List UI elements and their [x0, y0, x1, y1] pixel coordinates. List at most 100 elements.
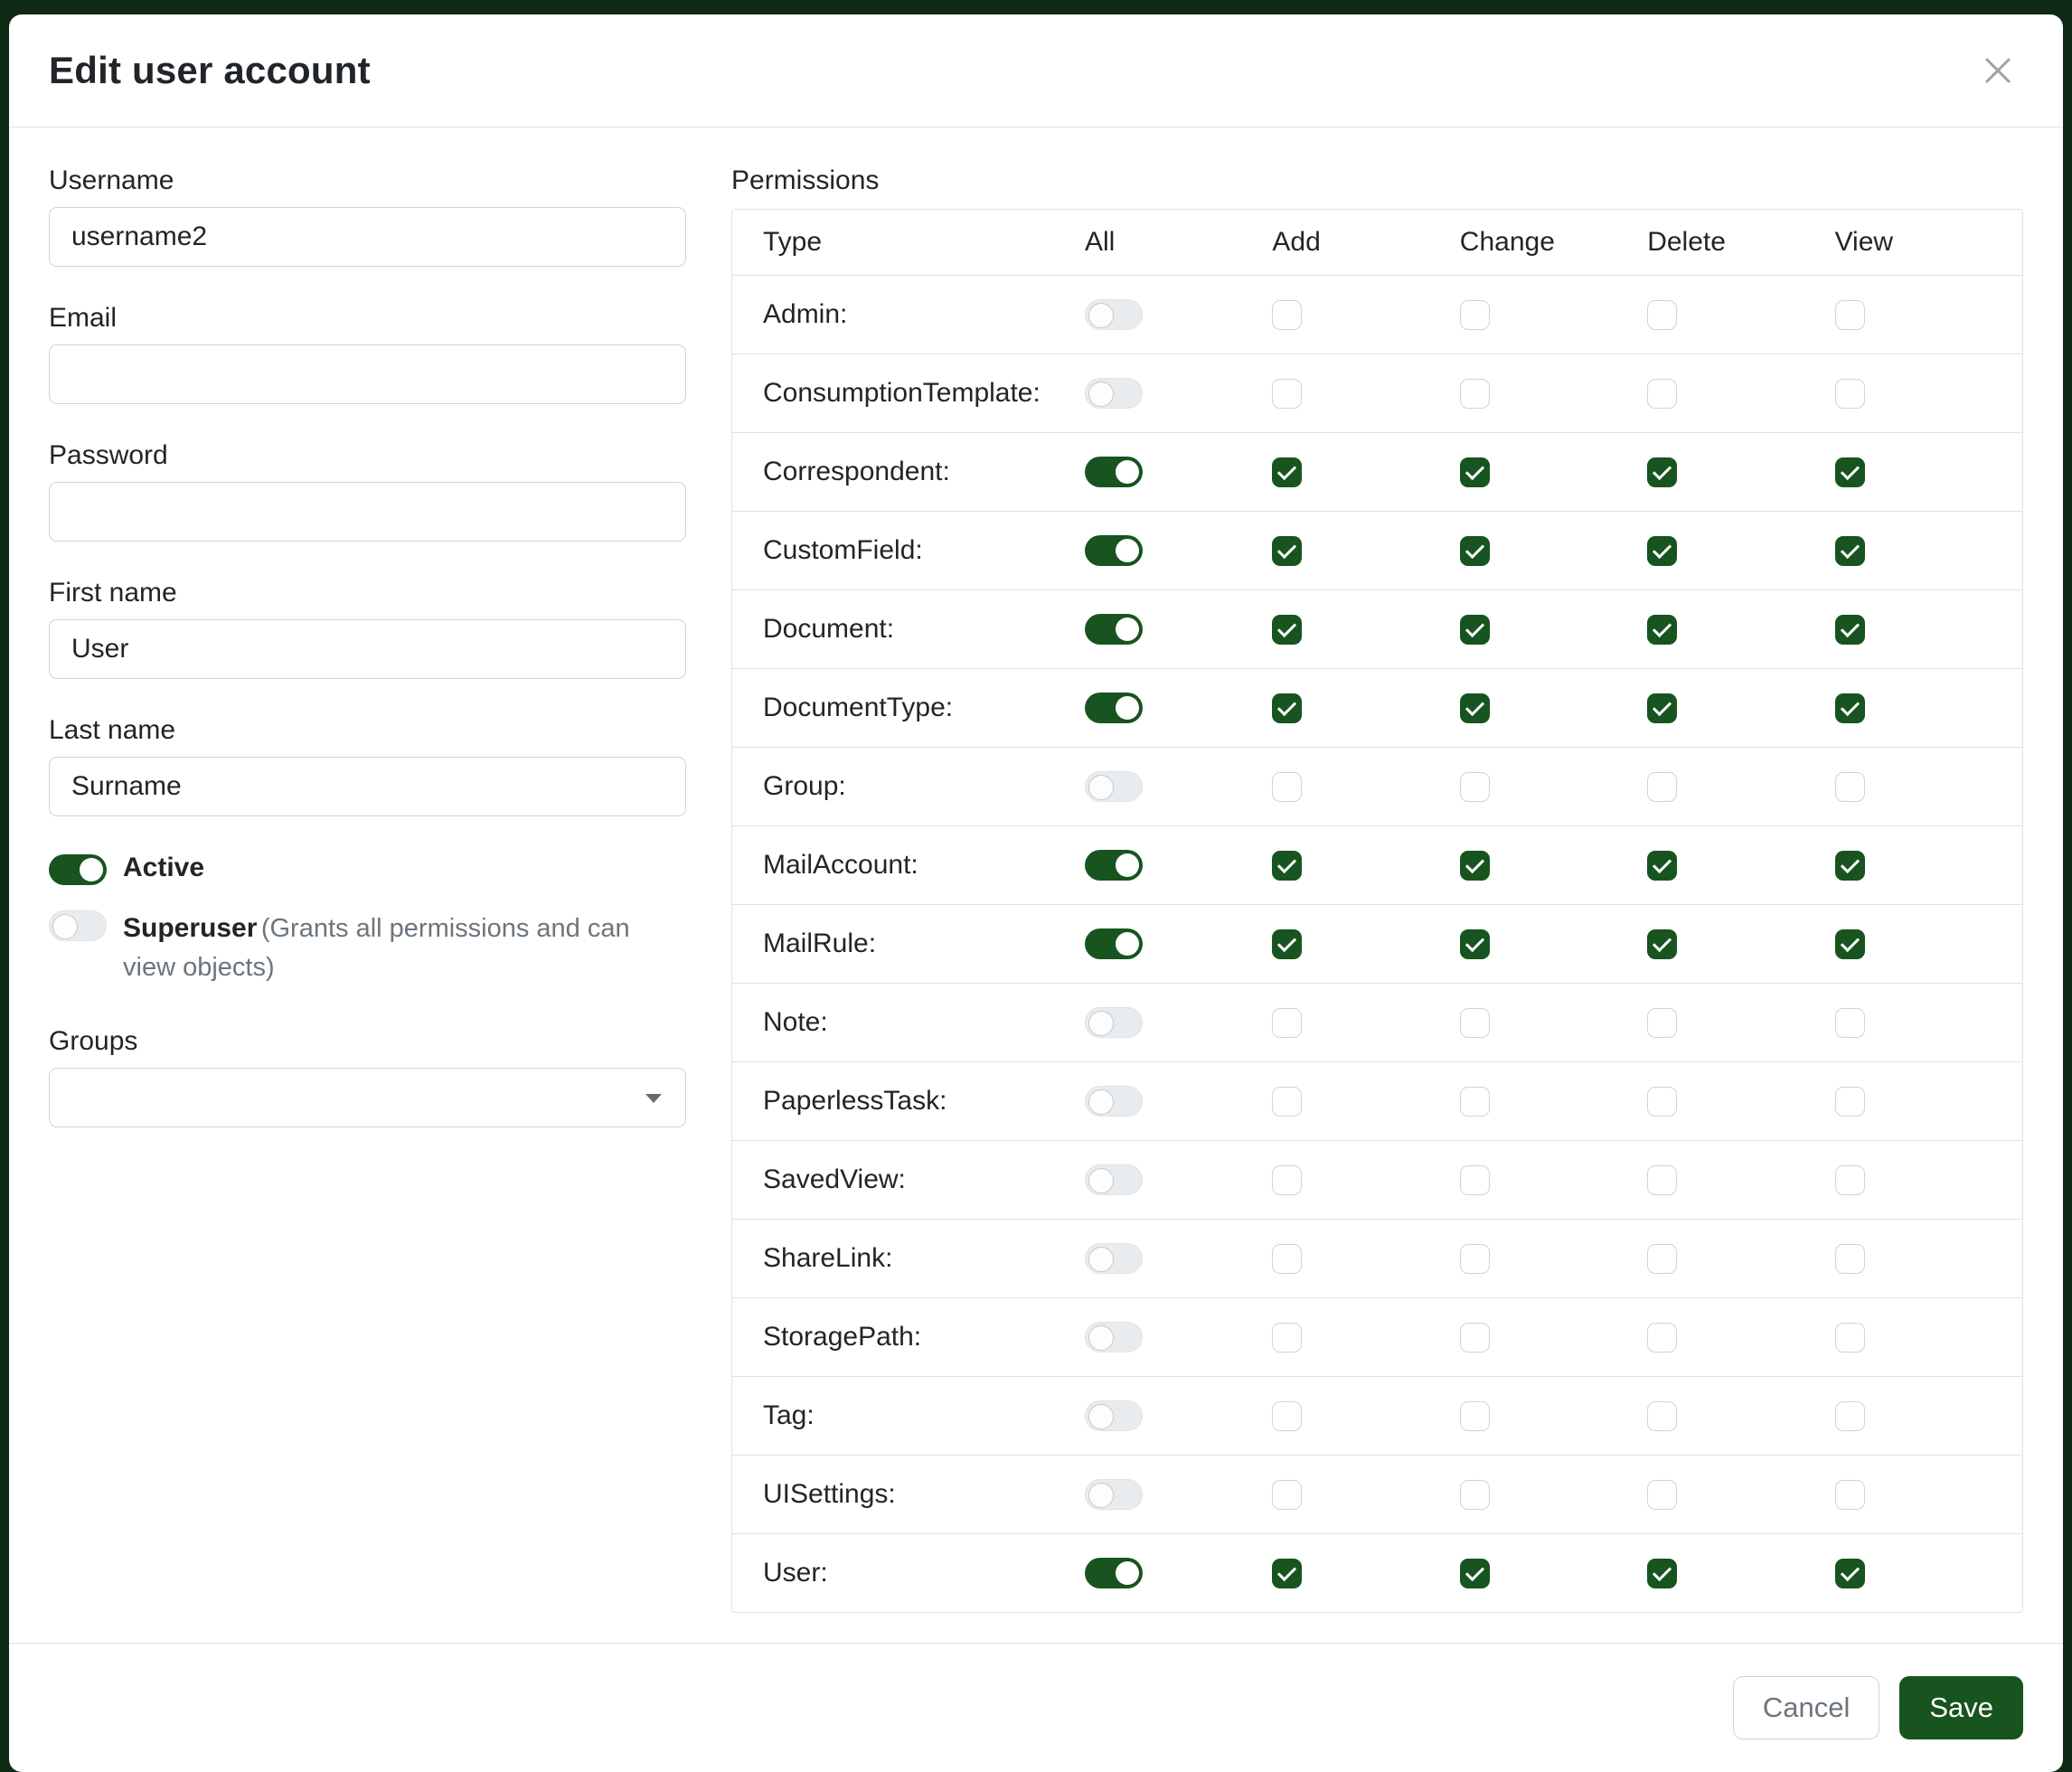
- permission-add-checkbox[interactable]: [1272, 536, 1302, 566]
- save-button[interactable]: Save: [1899, 1676, 2023, 1739]
- permission-all-toggle[interactable]: [1085, 1558, 1143, 1588]
- password-field[interactable]: [49, 482, 686, 542]
- permission-view-checkbox[interactable]: [1835, 1165, 1865, 1195]
- permission-add-checkbox[interactable]: [1272, 379, 1302, 409]
- permission-add-checkbox[interactable]: [1272, 1559, 1302, 1588]
- permission-change-checkbox[interactable]: [1460, 929, 1490, 959]
- username-input[interactable]: [49, 207, 686, 267]
- permission-delete-checkbox[interactable]: [1647, 457, 1677, 487]
- permission-delete-checkbox[interactable]: [1647, 1244, 1677, 1274]
- permission-add-checkbox[interactable]: [1272, 300, 1302, 330]
- permission-change-checkbox[interactable]: [1460, 772, 1490, 802]
- permission-add-checkbox[interactable]: [1272, 457, 1302, 487]
- permission-view-checkbox[interactable]: [1835, 1087, 1865, 1117]
- permission-change-checkbox[interactable]: [1460, 1244, 1490, 1274]
- permission-all-toggle[interactable]: [1085, 1400, 1143, 1431]
- permission-delete-checkbox[interactable]: [1647, 536, 1677, 566]
- permission-delete-checkbox[interactable]: [1647, 1087, 1677, 1117]
- permission-view-checkbox[interactable]: [1835, 772, 1865, 802]
- permission-change-checkbox[interactable]: [1460, 1087, 1490, 1117]
- close-icon[interactable]: [1973, 45, 2023, 96]
- permission-view-checkbox[interactable]: [1835, 1559, 1865, 1588]
- permission-change-checkbox[interactable]: [1460, 1559, 1490, 1588]
- superuser-toggle[interactable]: [49, 910, 107, 941]
- permission-change-checkbox[interactable]: [1460, 1165, 1490, 1195]
- permission-all-toggle[interactable]: [1085, 928, 1143, 959]
- permission-view-checkbox[interactable]: [1835, 693, 1865, 723]
- permission-change-checkbox[interactable]: [1460, 1480, 1490, 1510]
- permission-add-checkbox[interactable]: [1272, 1165, 1302, 1195]
- permission-all-toggle[interactable]: [1085, 771, 1143, 802]
- permission-add-checkbox[interactable]: [1272, 615, 1302, 645]
- permission-type-label: Tag:: [732, 1400, 1085, 1431]
- permission-change-checkbox[interactable]: [1460, 1401, 1490, 1431]
- permission-change-checkbox[interactable]: [1460, 536, 1490, 566]
- last-name-field[interactable]: [49, 757, 686, 816]
- permission-delete-checkbox[interactable]: [1647, 851, 1677, 881]
- permission-all-toggle[interactable]: [1085, 1243, 1143, 1274]
- permission-delete-checkbox[interactable]: [1647, 1401, 1677, 1431]
- permission-add-checkbox[interactable]: [1272, 1087, 1302, 1117]
- permission-change-checkbox[interactable]: [1460, 693, 1490, 723]
- permission-add-checkbox[interactable]: [1272, 693, 1302, 723]
- permission-view-checkbox[interactable]: [1835, 1008, 1865, 1038]
- permission-add-checkbox[interactable]: [1272, 851, 1302, 881]
- permission-view-checkbox[interactable]: [1835, 1401, 1865, 1431]
- permission-all-toggle[interactable]: [1085, 535, 1143, 566]
- permission-delete-checkbox[interactable]: [1647, 1165, 1677, 1195]
- permission-change-checkbox[interactable]: [1460, 300, 1490, 330]
- permission-all-toggle[interactable]: [1085, 1479, 1143, 1510]
- permission-delete-checkbox[interactable]: [1647, 1323, 1677, 1353]
- permission-view-checkbox[interactable]: [1835, 379, 1865, 409]
- permission-view-checkbox[interactable]: [1835, 536, 1865, 566]
- permission-delete-checkbox[interactable]: [1647, 693, 1677, 723]
- permission-add-checkbox[interactable]: [1272, 1323, 1302, 1353]
- permission-change-checkbox[interactable]: [1460, 1323, 1490, 1353]
- permission-view-checkbox[interactable]: [1835, 1480, 1865, 1510]
- permission-all-toggle[interactable]: [1085, 1086, 1143, 1117]
- password-label: Password: [49, 440, 686, 471]
- permission-all-toggle[interactable]: [1085, 850, 1143, 881]
- active-toggle[interactable]: [49, 854, 107, 885]
- cancel-button[interactable]: Cancel: [1733, 1676, 1880, 1739]
- permission-delete-checkbox[interactable]: [1647, 615, 1677, 645]
- permission-view-checkbox[interactable]: [1835, 851, 1865, 881]
- permission-view-checkbox[interactable]: [1835, 1244, 1865, 1274]
- permission-all-toggle[interactable]: [1085, 1007, 1143, 1038]
- permission-all-toggle[interactable]: [1085, 299, 1143, 330]
- permission-delete-checkbox[interactable]: [1647, 1480, 1677, 1510]
- permission-type-label: User:: [732, 1558, 1085, 1588]
- edit-user-modal: Edit user account Username Email: [9, 14, 2063, 1772]
- permission-change-checkbox[interactable]: [1460, 379, 1490, 409]
- permission-add-checkbox[interactable]: [1272, 1401, 1302, 1431]
- permission-change-checkbox[interactable]: [1460, 1008, 1490, 1038]
- first-name-field[interactable]: [49, 619, 686, 679]
- permission-all-toggle[interactable]: [1085, 378, 1143, 409]
- permission-delete-checkbox[interactable]: [1647, 772, 1677, 802]
- permission-all-toggle[interactable]: [1085, 1322, 1143, 1353]
- permission-delete-checkbox[interactable]: [1647, 379, 1677, 409]
- permission-all-toggle[interactable]: [1085, 457, 1143, 487]
- permission-change-checkbox[interactable]: [1460, 457, 1490, 487]
- permission-delete-checkbox[interactable]: [1647, 1008, 1677, 1038]
- permission-change-checkbox[interactable]: [1460, 851, 1490, 881]
- groups-select[interactable]: [49, 1068, 686, 1127]
- permission-delete-checkbox[interactable]: [1647, 1559, 1677, 1588]
- permission-add-checkbox[interactable]: [1272, 1008, 1302, 1038]
- permission-view-checkbox[interactable]: [1835, 615, 1865, 645]
- permission-all-toggle[interactable]: [1085, 1164, 1143, 1195]
- permission-delete-checkbox[interactable]: [1647, 929, 1677, 959]
- permission-delete-checkbox[interactable]: [1647, 300, 1677, 330]
- permission-add-checkbox[interactable]: [1272, 772, 1302, 802]
- permission-all-toggle[interactable]: [1085, 693, 1143, 723]
- permission-change-checkbox[interactable]: [1460, 615, 1490, 645]
- permission-view-checkbox[interactable]: [1835, 457, 1865, 487]
- permission-add-checkbox[interactable]: [1272, 1244, 1302, 1274]
- permission-view-checkbox[interactable]: [1835, 929, 1865, 959]
- email-field[interactable]: [49, 344, 686, 404]
- permission-view-checkbox[interactable]: [1835, 1323, 1865, 1353]
- permission-add-checkbox[interactable]: [1272, 929, 1302, 959]
- permission-all-toggle[interactable]: [1085, 614, 1143, 645]
- permission-view-checkbox[interactable]: [1835, 300, 1865, 330]
- permission-add-checkbox[interactable]: [1272, 1480, 1302, 1510]
